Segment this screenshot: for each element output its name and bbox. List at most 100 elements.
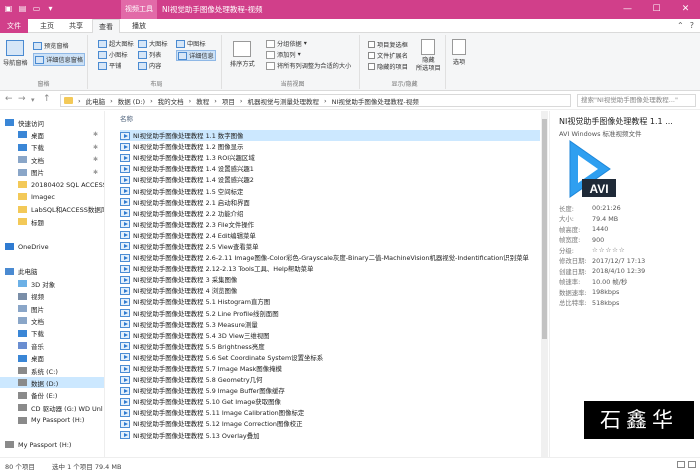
customize-toolbar-icon[interactable]: ▾	[45, 3, 56, 14]
minimize-button[interactable]: —	[613, 0, 642, 19]
options-button[interactable]: 选项	[452, 39, 466, 66]
large-icons-view-icon[interactable]	[688, 461, 696, 468]
nav-pane-button[interactable]: 导航窗格	[3, 40, 28, 67]
tab-play[interactable]: 播放	[124, 19, 154, 33]
nav-item[interactable]: 数据 (D:)	[0, 377, 104, 389]
file-row[interactable]: NI视觉助手图像处理教程 2.3 File文件操作	[120, 219, 540, 230]
details-pane-button[interactable]: 详细信息窗格	[33, 53, 86, 66]
file-row[interactable]: NI视觉助手图像处理教程 5.4 3D View三维视图	[120, 330, 540, 341]
tab-file[interactable]: 文件	[0, 19, 28, 33]
collapse-ribbon-icon[interactable]: ⌃	[677, 21, 684, 30]
nav-item[interactable]: 图片 ✱	[0, 167, 104, 178]
help-icon[interactable]: ?	[690, 21, 694, 30]
file-row[interactable]: NI视觉助手图像处理教程 1.5 空间标定	[120, 185, 540, 196]
tab-home[interactable]: 主页	[34, 19, 60, 33]
nav-item[interactable]: 备份 (E:)	[0, 390, 104, 401]
nav-item[interactable]: CD 驱动器 (G:) WD Unl	[0, 402, 104, 413]
file-row[interactable]: NI视觉助手图像处理教程 5.8 Geometry几何	[120, 374, 540, 385]
file-row[interactable]: NI视觉助手图像处理教程 2.12-2.13 Tools工具、Help帮助菜单	[120, 263, 540, 274]
file-row[interactable]: NI视觉助手图像处理教程 5.13 Overlay叠加	[120, 430, 540, 441]
preview-pane-button[interactable]: 预览窗格	[33, 41, 69, 50]
layout-list[interactable]: 列表	[138, 50, 161, 59]
nav-item[interactable]: LabSQL和ACCESS数据库	[0, 204, 104, 215]
file-row[interactable]: NI视觉助手图像处理教程 5.6 Set Coordinate System设置…	[120, 352, 540, 363]
nav-item[interactable]: 下载	[0, 328, 104, 339]
breadcrumb-item[interactable]: NI视觉助手图像处理教程-视频	[332, 96, 419, 106]
nav-item[interactable]: 3D 对象	[0, 278, 104, 289]
sort-by-button[interactable]: 排序方式	[230, 41, 255, 68]
layout-details[interactable]: 详细信息	[176, 50, 216, 61]
fit-columns-button[interactable]: 将所有列调整为合适的大小	[266, 61, 351, 70]
column-header-name[interactable]: 名称	[120, 113, 133, 123]
rating-stars[interactable]: ☆☆☆☆☆	[592, 246, 626, 254]
details-view-icon[interactable]	[677, 461, 685, 468]
layout-extra-large-icons[interactable]: 超大图标	[98, 39, 134, 48]
tab-share[interactable]: 共享	[63, 19, 89, 33]
group-by-button[interactable]: 分组依据 ▾	[266, 39, 307, 48]
file-row[interactable]: NI视觉助手图像处理教程 2.2 功能介绍	[120, 208, 540, 219]
vertical-scrollbar[interactable]	[541, 111, 548, 457]
file-row[interactable]: NI视觉助手图像处理教程 5.7 Image Mask图像掩模	[120, 363, 540, 374]
nav-item[interactable]: 音乐	[0, 340, 104, 351]
breadcrumb-item[interactable]: 教程	[196, 96, 209, 106]
file-row[interactable]: NI视觉助手图像处理教程 5.11 Image Calibration图像标定	[120, 407, 540, 418]
file-row[interactable]: NI视觉助手图像处理教程 5.12 Image Correction图像校正	[120, 418, 540, 429]
properties-icon[interactable]: ▤	[17, 3, 28, 14]
item-checkboxes-toggle[interactable]: 项目复选框	[368, 40, 408, 49]
nav-item[interactable]: 20180402 SQL ACCESS	[0, 179, 104, 190]
layout-medium-icons[interactable]: 中图标	[176, 39, 206, 48]
nav-item[interactable]: 此电脑	[0, 266, 104, 277]
add-columns-button[interactable]: 添加列 ▾	[266, 50, 301, 59]
layout-tiles[interactable]: 平铺	[98, 61, 121, 70]
hide-selected-button[interactable]: 隐藏 所选项目	[416, 39, 441, 73]
file-row[interactable]: NI视觉助手图像处理教程 2.5 View查看菜单	[120, 241, 540, 252]
nav-item[interactable]: 下载 ✱	[0, 142, 104, 153]
file-row[interactable]: NI视觉助手图像处理教程 1.2 图像显示	[120, 141, 540, 152]
nav-item[interactable]: 系统 (C:)	[0, 365, 104, 376]
nav-item[interactable]: My Passport (H:)	[0, 415, 104, 426]
nav-item[interactable]: 视频	[0, 291, 104, 302]
back-button[interactable]: ←	[5, 94, 13, 104]
nav-item[interactable]: OneDrive	[0, 241, 104, 252]
new-folder-icon[interactable]: ▭	[31, 3, 42, 14]
file-row[interactable]: NI视觉助手图像处理教程 5.3 Measure测量	[120, 319, 540, 330]
breadcrumb-item[interactable]: 项目	[222, 96, 235, 106]
nav-item[interactable]: 图片	[0, 303, 104, 314]
file-row[interactable]: NI视觉助手图像处理教程 5.10 Get Image获取图像	[120, 396, 540, 407]
file-row[interactable]: NI视觉助手图像处理教程 5.9 Image Buffer图像缓存	[120, 385, 540, 396]
breadcrumb-item[interactable]: 我的文档	[158, 96, 184, 106]
nav-item[interactable]: My Passport (H:)	[0, 439, 104, 450]
breadcrumb-item[interactable]: 数据 (D:)	[118, 96, 145, 106]
file-row[interactable]: NI视觉助手图像处理教程 4 浏览图像	[120, 285, 540, 296]
scrollbar-thumb[interactable]	[542, 119, 547, 339]
forward-button[interactable]: →	[18, 94, 26, 104]
maximize-button[interactable]: ☐	[642, 0, 671, 19]
nav-item[interactable]: 快速访问	[0, 117, 104, 128]
breadcrumb-item[interactable]: 此电脑	[86, 96, 106, 106]
file-row[interactable]: NI视觉助手图像处理教程 1.4 设置感兴趣2	[120, 174, 540, 185]
file-extensions-toggle[interactable]: 文件扩展名	[368, 51, 408, 60]
nav-item[interactable]: 文档	[0, 315, 104, 326]
close-button[interactable]: ✕	[671, 0, 700, 19]
file-row[interactable]: NI视觉助手图像处理教程 5.5 Brightness亮度	[120, 341, 540, 352]
hidden-items-toggle[interactable]: 隐藏的项目	[368, 62, 408, 71]
file-row[interactable]: NI视觉助手图像处理教程 5.2 Line Profile线剖面图	[120, 308, 540, 319]
nav-item[interactable]: Imagec	[0, 191, 104, 202]
breadcrumb[interactable]: › 此电脑 › 数据 (D:) › 我的文档 › 教程 › 项目 › 机器视觉与…	[60, 94, 571, 107]
nav-item[interactable]: 文档 ✱	[0, 154, 104, 165]
context-tab-video-tools[interactable]: 视频工具	[121, 0, 157, 19]
nav-item[interactable]: 标题	[0, 216, 104, 227]
file-row[interactable]: NI视觉助手图像处理教程 5.1 Histogram直方图	[120, 296, 540, 307]
file-row[interactable]: NI视觉助手图像处理教程 2.4 Edit编辑菜单	[120, 230, 540, 241]
up-button[interactable]: ↑	[43, 94, 51, 104]
nav-item[interactable]: 桌面 ✱	[0, 129, 104, 140]
breadcrumb-item[interactable]: 机器视觉与测量处理教程	[248, 96, 320, 106]
file-row[interactable]: NI视觉助手图像处理教程 1.1 数字图像	[120, 130, 540, 142]
nav-item[interactable]: 桌面	[0, 353, 104, 364]
layout-content[interactable]: 内容	[138, 61, 161, 70]
file-row[interactable]: NI视觉助手图像处理教程 3 采集图像	[120, 274, 540, 285]
file-row[interactable]: NI视觉助手图像处理教程 2.6-2.11 Image图像-Color彩色-Gr…	[120, 252, 540, 263]
file-row[interactable]: NI视觉助手图像处理教程 1.3 ROI兴趣区域	[120, 152, 540, 163]
recent-locations-icon[interactable]: ▾	[31, 96, 35, 104]
search-input[interactable]: 搜索"NI视觉助手图像处理教程..."	[577, 94, 696, 107]
